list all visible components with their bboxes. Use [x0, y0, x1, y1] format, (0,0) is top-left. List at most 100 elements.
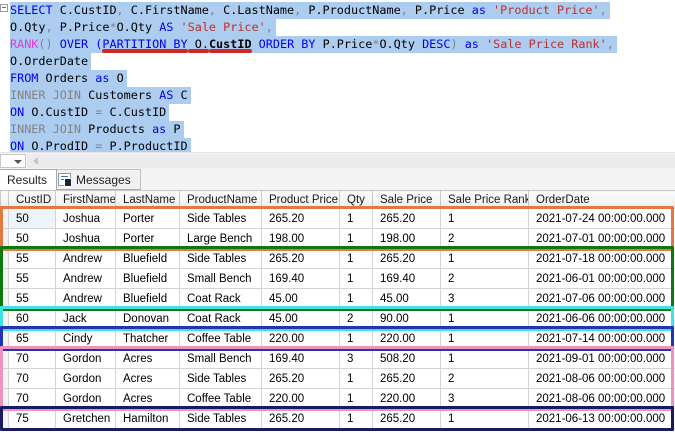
grid-cell[interactable]: Bluefield	[115, 248, 180, 269]
grid-cell[interactable]: 45.00	[261, 288, 340, 309]
grid-cell[interactable]: 2021-07-06 00:00:00.000	[528, 288, 675, 309]
grid-cell[interactable]: Donovan	[115, 308, 180, 329]
grid-cell[interactable]: Bluefield	[115, 268, 180, 289]
grid-cell[interactable]: 220.00	[261, 388, 340, 409]
grid-cell[interactable]: 2021-08-06 00:00:00.000	[528, 368, 675, 389]
column-header[interactable]: Product Price	[261, 190, 340, 209]
column-header[interactable]: Sale Price Rank	[440, 190, 529, 209]
grid-cell[interactable]: 60	[8, 308, 56, 329]
editor-splitter-dropdown[interactable]	[0, 154, 26, 168]
row-selector[interactable]	[0, 248, 9, 269]
grid-cell[interactable]: 3	[339, 348, 373, 369]
grid-cell[interactable]: Andrew	[55, 268, 116, 289]
grid-cell[interactable]: 1	[440, 408, 529, 429]
grid-cell[interactable]: 2021-07-14 00:00:00.000	[528, 328, 675, 349]
grid-cell[interactable]: Coffee Table	[179, 388, 262, 409]
grid-cell[interactable]: Acres	[115, 388, 180, 409]
column-header[interactable]: OrderDate	[528, 190, 675, 209]
grid-cell[interactable]: 50	[8, 228, 56, 249]
column-header[interactable]: LastName	[115, 190, 180, 209]
column-header[interactable]: Qty	[339, 190, 373, 209]
grid-cell[interactable]: Joshua	[55, 208, 116, 229]
grid-cell[interactable]: 55	[8, 248, 56, 269]
grid-cell[interactable]: 1	[339, 248, 373, 269]
grid-cell[interactable]: 265.20	[261, 248, 340, 269]
grid-cell[interactable]: 1	[339, 288, 373, 309]
grid-cell[interactable]: 70	[8, 348, 56, 369]
grid-cell[interactable]: 198.00	[372, 228, 441, 249]
tab-results[interactable]: Results	[0, 169, 58, 190]
grid-cell[interactable]: 265.20	[261, 368, 340, 389]
grid-cell[interactable]: Acres	[115, 348, 180, 369]
grid-cell[interactable]: Porter	[115, 208, 180, 229]
grid-cell[interactable]: 1	[440, 248, 529, 269]
grid-cell[interactable]: 3	[440, 288, 529, 309]
grid-cell[interactable]: 220.00	[261, 328, 340, 349]
grid-cell[interactable]: 65	[8, 328, 56, 349]
grid-cell[interactable]: Side Tables	[179, 248, 262, 269]
grid-cell[interactable]: 1	[339, 388, 373, 409]
grid-cell[interactable]: 55	[8, 288, 56, 309]
row-selector[interactable]	[0, 308, 9, 329]
grid-cell[interactable]: 508.20	[372, 348, 441, 369]
grid-cell[interactable]: Gordon	[55, 388, 116, 409]
column-header[interactable]: ProductName	[179, 190, 262, 209]
grid-cell[interactable]: Porter	[115, 228, 180, 249]
grid-cell[interactable]: Coffee Table	[179, 328, 262, 349]
grid-cell[interactable]: Side Tables	[179, 408, 262, 429]
grid-cell[interactable]: 169.40	[261, 268, 340, 289]
horizontal-scrollbar[interactable]	[27, 154, 675, 168]
grid-cell[interactable]: 198.00	[261, 228, 340, 249]
grid-cell[interactable]: 90.00	[372, 308, 441, 329]
grid-cell[interactable]: 45.00	[372, 288, 441, 309]
sql-editor[interactable]: SELECT C.CustID, C.FirstName, C.LastName…	[0, 0, 675, 152]
grid-cell[interactable]: 45.00	[261, 308, 340, 329]
row-selector[interactable]	[0, 408, 9, 429]
grid-cell[interactable]: 2	[440, 228, 529, 249]
grid-cell[interactable]: 1	[440, 328, 529, 349]
row-selector[interactable]	[0, 228, 9, 249]
grid-cell[interactable]: Small Bench	[179, 348, 262, 369]
grid-cell[interactable]: 2021-07-24 00:00:00.000	[528, 208, 675, 229]
row-selector[interactable]	[0, 208, 9, 229]
column-header[interactable]: CustID	[8, 190, 56, 209]
grid-cell[interactable]: 265.20	[372, 208, 441, 229]
grid-cell[interactable]: Gretchen	[55, 408, 116, 429]
grid-cell[interactable]: 265.20	[372, 248, 441, 269]
grid-cell[interactable]: Large Bench	[179, 228, 262, 249]
tab-messages[interactable]: Messages	[48, 169, 141, 190]
grid-cell[interactable]: 1	[339, 368, 373, 389]
grid-cell[interactable]: Andrew	[55, 248, 116, 269]
grid-cell[interactable]: 265.20	[372, 368, 441, 389]
grid-cell[interactable]: 1	[339, 328, 373, 349]
grid-cell[interactable]: 220.00	[372, 328, 441, 349]
grid-cell[interactable]: 2021-09-01 00:00:00.000	[528, 348, 675, 369]
grid-cell[interactable]: 70	[8, 388, 56, 409]
collapse-region-icon[interactable]	[0, 4, 8, 12]
row-selector[interactable]	[0, 288, 9, 309]
grid-cell[interactable]: 2021-07-01 00:00:00.000	[528, 228, 675, 249]
grid-cell[interactable]: 1	[440, 348, 529, 369]
grid-cell[interactable]: Cindy	[55, 328, 116, 349]
row-selector[interactable]	[0, 268, 9, 289]
grid-cell[interactable]: 75	[8, 408, 56, 429]
grid-cell[interactable]: 50	[8, 208, 56, 229]
grid-cell[interactable]: 55	[8, 268, 56, 289]
grid-cell[interactable]: Coat Rack	[179, 308, 262, 329]
grid-cell[interactable]: 1	[440, 308, 529, 329]
grid-cell[interactable]: 3	[440, 388, 529, 409]
grid-cell[interactable]: Hamilton	[115, 408, 180, 429]
grid-cell[interactable]: Andrew	[55, 288, 116, 309]
grid-cell[interactable]: 2021-06-01 00:00:00.000	[528, 268, 675, 289]
row-selector[interactable]	[0, 368, 9, 389]
grid-cell[interactable]: 70	[8, 368, 56, 389]
grid-cell[interactable]: 1	[440, 208, 529, 229]
grid-cell[interactable]: 2021-07-18 00:00:00.000	[528, 248, 675, 269]
grid-cell[interactable]: Acres	[115, 368, 180, 389]
grid-cell[interactable]: Coat Rack	[179, 288, 262, 309]
grid-cell[interactable]: 2	[440, 268, 529, 289]
grid-cell[interactable]: Gordon	[55, 368, 116, 389]
row-selector[interactable]	[0, 328, 9, 349]
grid-cell[interactable]: 169.40	[261, 348, 340, 369]
grid-cell[interactable]: 2021-06-06 00:00:00.000	[528, 308, 675, 329]
